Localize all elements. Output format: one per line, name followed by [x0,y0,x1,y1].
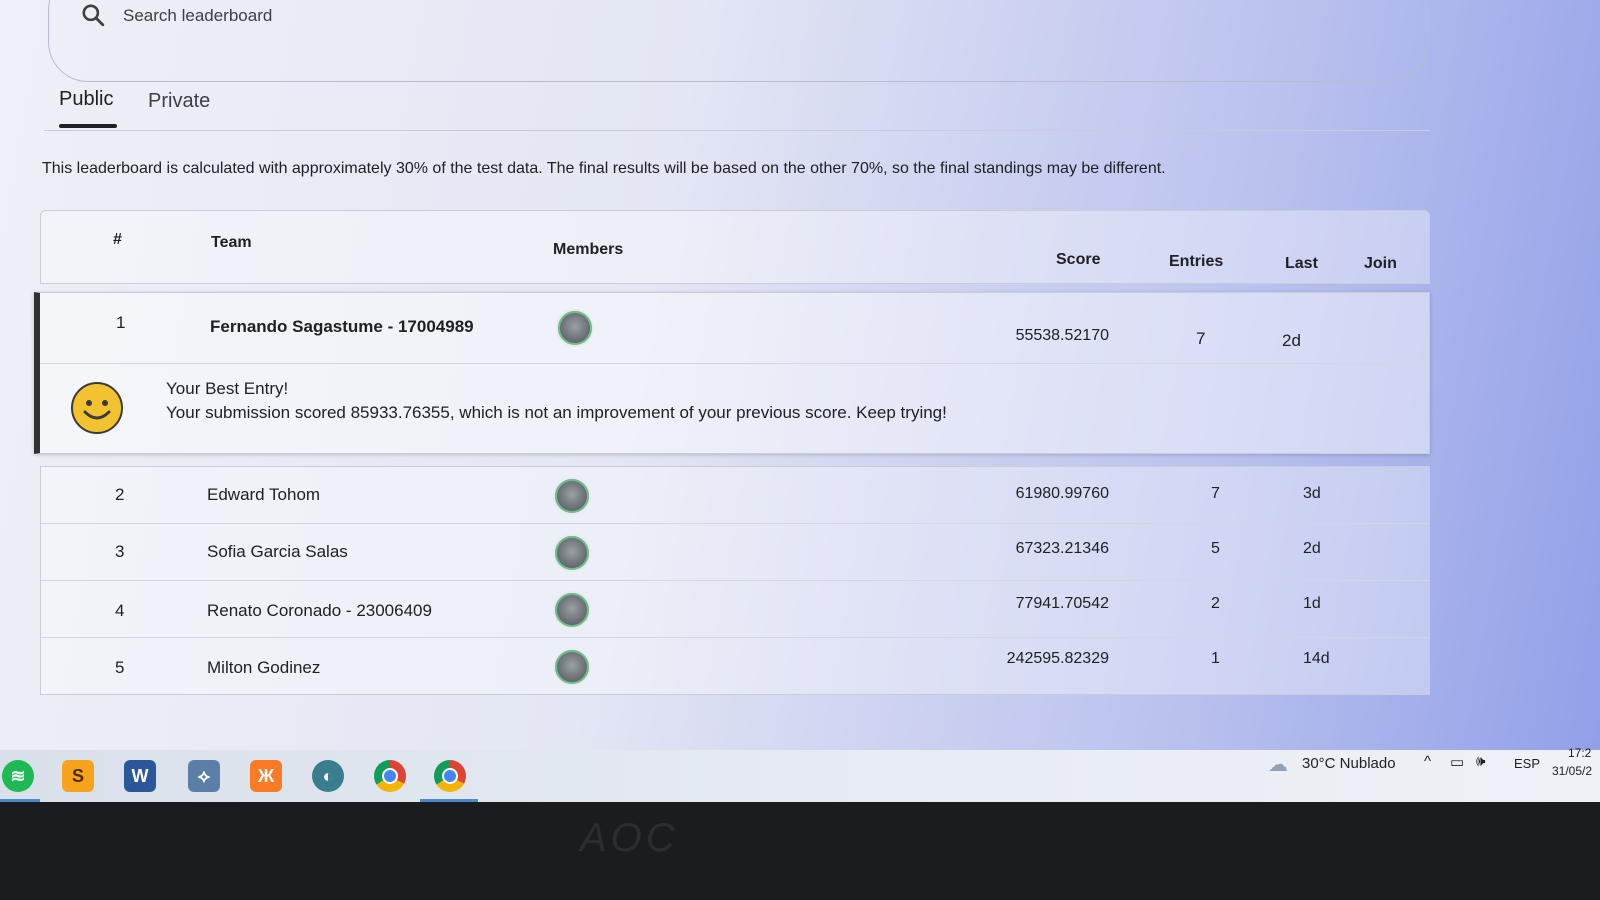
row-rank: 4 [115,601,125,620]
header-entries[interactable]: Entries [1169,253,1223,271]
header-last[interactable]: Last [1285,255,1318,273]
windows-taskbar: ≋ S W ⟡ Ж ◐ ☁ 30°C Nublado ^ ▭ 🕪 ESP 17:… [0,746,1600,802]
row-rank: 1 [116,313,126,332]
row-last: 2d [1303,540,1321,557]
search-icon [82,4,105,27]
monitor-bezel: AOC [0,802,1600,900]
row-score: 61980.99760 [1015,485,1109,502]
row-team-name[interactable]: Renato Coronado - 23006409 [207,601,432,621]
leaderboard-rows: 2 Edward Tohom 61980.99760 7 3d 3 Sofia … [40,466,1430,695]
row-team-name[interactable]: Milton Godinez [207,658,320,678]
table-header: # Team Members Score Entries Last Join [40,210,1430,284]
row-team-name[interactable]: Sofia Garcia Salas [207,542,348,562]
language-indicator[interactable]: ESP [1514,756,1540,771]
leaderboard-notice: This leaderboard is calculated with appr… [42,160,1166,177]
header-team[interactable]: Team [211,234,252,252]
leaderboard-table: # Team Members Score Entries Last Join 1… [34,210,1430,695]
member-avatar[interactable] [553,477,591,515]
cloud-icon: ☁ [1268,754,1288,776]
row-last: 1d [1303,595,1321,612]
tab-private[interactable]: Private [148,90,210,113]
row-entries: 7 [1196,329,1206,348]
row-rank: 2 [115,485,125,504]
row-entries: 1 [1211,650,1220,667]
best-entry-message: Your submission scored 85933.76355, whic… [166,403,947,422]
row-score: 67323.21346 [1015,540,1109,557]
header-rank[interactable]: # [113,231,122,249]
row-rank: 3 [115,542,125,561]
row-team-name[interactable]: Edward Tohom [207,485,320,505]
chevron-up-icon[interactable]: ^ [1424,753,1431,770]
header-join: Join [1364,255,1397,272]
best-entry-title: Your Best Entry! [166,379,289,398]
clock-date[interactable]: 31/05/2 [1552,764,1592,778]
active-tab-indicator [59,124,117,128]
network-icon[interactable]: ▭ [1450,753,1464,771]
row-last: 14d [1303,650,1330,667]
clock-time[interactable]: 17:2 [1568,746,1591,760]
monitor-logo: AOC [580,816,679,860]
table-row[interactable]: 5 Milton Godinez 242595.82329 1 14d [41,638,1429,694]
row-score: 77941.70542 [1015,595,1109,612]
xampp-icon[interactable]: Ж [250,760,282,792]
table-row[interactable]: 2 Edward Tohom 61980.99760 7 3d [41,467,1429,524]
member-avatar[interactable] [553,648,591,686]
member-avatar[interactable] [553,534,591,572]
leaderboard-page: Search leaderboard Public Private This l… [0,0,1600,750]
member-avatar[interactable] [553,591,591,629]
chrome-icon[interactable] [374,760,406,792]
row-score: 242595.82329 [1006,650,1109,667]
leaderboard-tabs: Public Private [44,86,1430,131]
row-score: 55538.52170 [1015,327,1109,344]
row-last: 3d [1303,485,1321,502]
spotify-icon[interactable]: ≋ [2,760,34,792]
search-input[interactable]: Search leaderboard [123,6,272,26]
table-row[interactable]: 4 Renato Coronado - 23006409 77941.70542… [41,581,1429,638]
row-entries: 5 [1211,540,1220,557]
word-icon[interactable]: W [124,760,156,792]
row-rank: 5 [115,658,125,677]
table-row[interactable]: 3 Sofia Garcia Salas 67323.21346 5 2d [41,524,1429,581]
browser-globe-icon[interactable]: ◐ [312,760,344,792]
row-team-name[interactable]: Fernando Sagastume - 17004989 [210,317,474,337]
row-entries: 7 [1211,485,1220,502]
chrome-icon[interactable] [434,760,466,792]
smiley-icon [71,382,123,434]
sublime-text-icon[interactable]: S [62,760,94,792]
member-avatar[interactable] [556,309,594,347]
tab-public[interactable]: Public [59,88,113,111]
row-entries: 2 [1211,595,1220,612]
mysql-workbench-icon[interactable]: ⟡ [188,760,220,792]
my-team-row[interactable]: 1 Fernando Sagastume - 17004989 55538.52… [34,292,1430,454]
header-members: Members [553,241,624,258]
weather-text[interactable]: 30°C Nublado [1302,755,1396,772]
row-last: 2d [1282,331,1301,350]
speaker-icon[interactable]: 🕪 [1476,753,1485,770]
divider [40,363,1429,364]
header-score[interactable]: Score [1056,251,1100,269]
